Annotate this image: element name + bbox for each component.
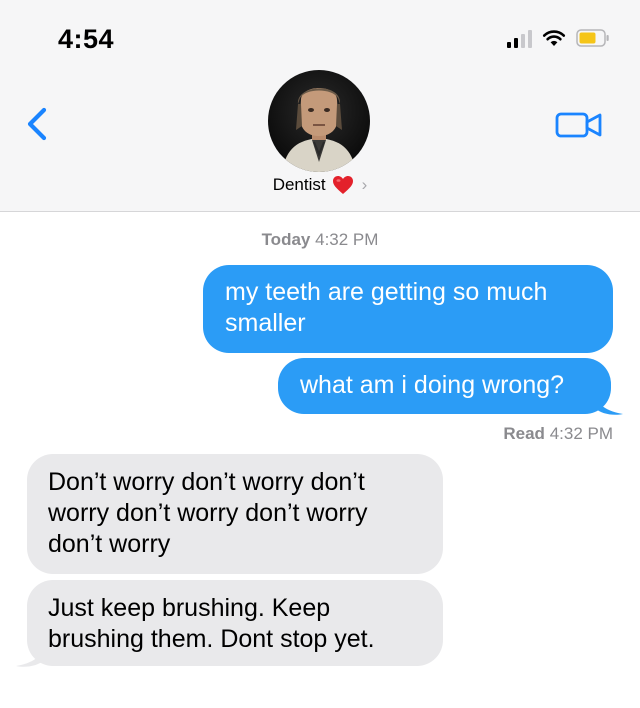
status-icons xyxy=(507,28,610,48)
timestamp-day: Today xyxy=(261,230,311,249)
cellular-signal-icon xyxy=(507,28,532,48)
contact-details-link[interactable]: Dentist › xyxy=(0,175,640,195)
contact-name: Dentist xyxy=(272,175,326,194)
messages-screen: 4:54 Dentist › Today 4:32 PM my teeth ar… xyxy=(0,0,640,708)
conversation-header: 4:54 Dentist › xyxy=(0,0,640,212)
read-time: 4:32 PM xyxy=(549,424,613,443)
status-time: 4:54 xyxy=(58,24,115,54)
received-message[interactable]: Don’t worry don’t worry don’t worry don’… xyxy=(27,454,443,574)
battery-icon xyxy=(576,29,609,47)
chevron-right-icon: › xyxy=(361,175,368,194)
bubble-tail xyxy=(16,644,44,667)
sent-message[interactable]: my teeth are getting so much smaller xyxy=(203,265,613,353)
sent-message[interactable]: what am i doing wrong? xyxy=(278,358,611,414)
message-timestamp: Today 4:32 PM xyxy=(0,230,640,250)
heart-icon xyxy=(332,176,353,194)
avatar[interactable] xyxy=(268,70,370,172)
chevron-left-icon[interactable] xyxy=(22,104,52,144)
read-label: Read xyxy=(503,424,545,443)
video-camera-icon[interactable] xyxy=(554,110,604,140)
timestamp-time: 4:32 PM xyxy=(315,230,379,249)
bubble-tail xyxy=(595,392,623,415)
wifi-icon xyxy=(542,30,566,46)
read-receipt: Read 4:32 PM xyxy=(503,424,613,444)
received-message[interactable]: Just keep brushing. Keep brushing them. … xyxy=(27,580,443,666)
